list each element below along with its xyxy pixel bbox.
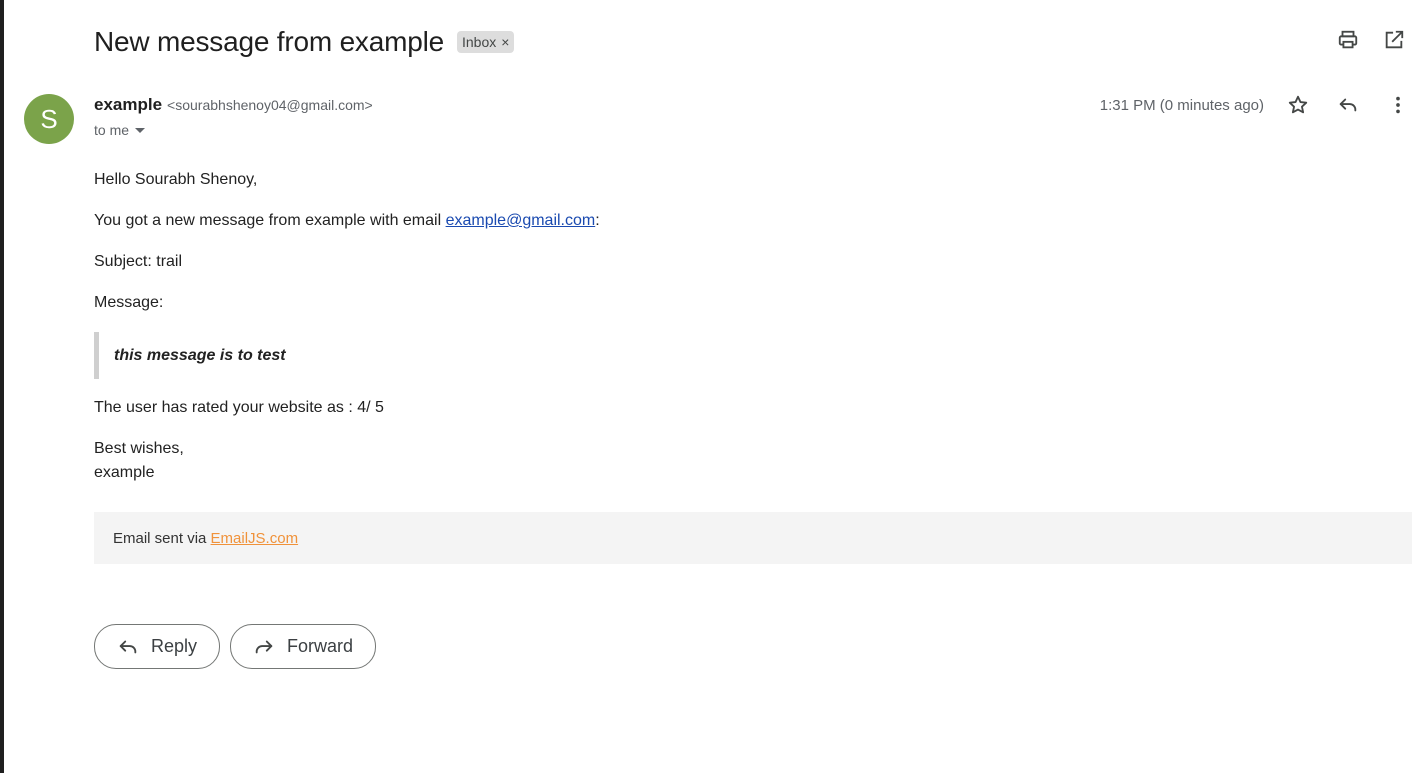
forward-icon [255, 640, 273, 653]
top-actions [1336, 28, 1406, 52]
signoff-line-2: example [94, 464, 155, 481]
recipient-label: to me [94, 122, 130, 138]
message-quote: this message is to test [94, 332, 1408, 379]
greeting: Hello Sourabh Shenoy, [94, 171, 258, 188]
chevron-down-icon[interactable] [135, 127, 146, 133]
star-icon[interactable] [1286, 93, 1310, 117]
message-meta: 1:31 PM (0 minutes ago) [1100, 93, 1410, 117]
recipient-row: to me [94, 122, 146, 138]
forward-label: Forward [287, 636, 354, 656]
reply-icon [119, 640, 137, 653]
email-body: Hello Sourabh Shenoy, You got a new mess… [94, 170, 1408, 485]
timestamp: 1:31 PM (0 minutes ago) [1099, 96, 1264, 114]
subject-line: Subject: trail [94, 253, 183, 270]
signoff: Best wishes, example [94, 437, 1408, 485]
more-vert-icon[interactable] [1386, 93, 1410, 117]
emailjs-link[interactable]: EmailJS.com [211, 530, 299, 547]
email-subject: New message from example [94, 26, 444, 57]
intro-line: You got a new message from example with … [94, 211, 1408, 231]
remove-label-icon[interactable]: × [501, 33, 509, 51]
footer-text: Email sent via EmailJS.com [113, 530, 298, 547]
printer-icon[interactable] [1336, 28, 1360, 52]
sender-email: <sourabhshenoy04@gmail.com> [167, 97, 373, 113]
reply-button[interactable]: Reply [94, 624, 221, 669]
label-chip-text: Inbox [462, 34, 497, 50]
sender-name[interactable]: example [94, 95, 162, 115]
intro-suffix: : [595, 212, 600, 229]
rating-line: The user has rated your website as : 4/ … [94, 399, 384, 416]
window-left-border [0, 0, 4, 773]
subject-header: New message from example Inbox × [94, 22, 515, 62]
sender-email-link[interactable]: example@gmail.com [446, 212, 596, 229]
reply-label: Reply [151, 636, 198, 656]
label-chip-inbox[interactable]: Inbox × [457, 31, 515, 53]
intro-prefix: You got a new message from example with … [94, 212, 446, 229]
message-label: Message: [94, 294, 164, 311]
reply-icon[interactable] [1336, 93, 1360, 117]
forward-button[interactable]: Forward [230, 624, 377, 669]
avatar[interactable]: S [24, 94, 74, 144]
open-in-new-window-icon[interactable] [1382, 28, 1406, 52]
sender-row: example <sourabhshenoy04@gmail.com> [94, 95, 373, 115]
email-footer: Email sent via EmailJS.com [94, 512, 1412, 564]
reply-forward-actions: Reply Forward [94, 624, 377, 669]
signoff-line-1: Best wishes, [94, 440, 184, 457]
footer-prefix: Email sent via [113, 529, 211, 547]
